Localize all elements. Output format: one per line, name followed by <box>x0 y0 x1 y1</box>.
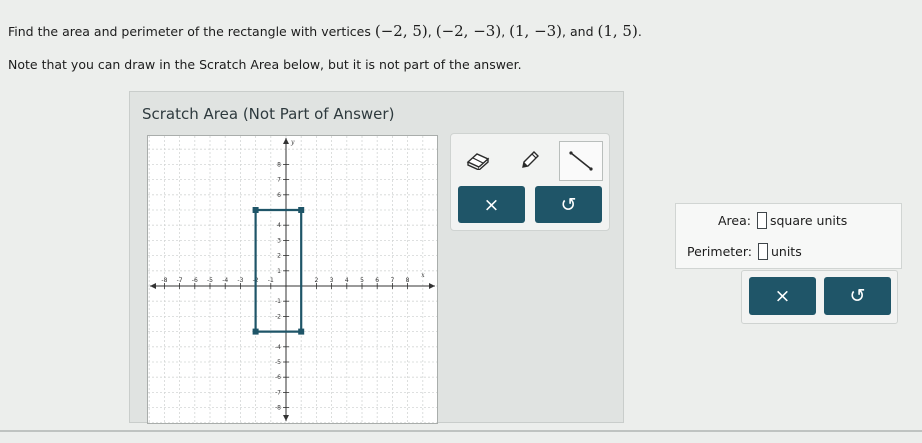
perimeter-label: Perimeter: <box>687 244 752 259</box>
y-tick-label: 4 <box>277 222 281 229</box>
period: . <box>637 24 642 39</box>
vertex-4: (1, 5) <box>597 22 638 40</box>
x-tick-label: -3 <box>237 277 243 284</box>
rectangle-vertex <box>298 328 305 335</box>
y-tick-label: -1 <box>275 298 281 305</box>
area-label: Area: <box>718 213 751 228</box>
question-prefix: Find the area and perimeter of the recta… <box>8 24 375 39</box>
area-input[interactable] <box>756 212 767 229</box>
coordinate-grid[interactable]: -8 -7 -6 -5 -4 -3 -2 -1 2 3 4 5 6 7 8 8 7 6 4 3 2 1 -1 -2 -4 -5 -6… <box>147 135 438 424</box>
graph-svg[interactable]: -8 -7 -6 -5 -4 -3 -2 -1 2 3 4 5 6 7 88764321-1-2-4-5-6… <box>148 136 437 424</box>
x-axis-arrow <box>150 283 156 289</box>
x-tick-label: 6 <box>375 277 379 284</box>
perimeter-input[interactable] <box>757 243 768 260</box>
rectangle-vertex <box>252 207 259 213</box>
answer-undo-button[interactable]: ↺ <box>824 277 891 315</box>
y-tick-label: 2 <box>277 253 281 260</box>
y-tick-label: -2 <box>275 313 281 320</box>
vertex-1: (−2, 5) <box>374 22 428 40</box>
eraser-tool[interactable] <box>457 141 499 179</box>
x-tick-label: -8 <box>161 277 167 284</box>
y-tick-label: -4 <box>275 344 281 351</box>
x-axis-arrow <box>429 283 435 289</box>
answer-clear-button[interactable]: × <box>749 277 816 315</box>
question-line-1: Find the area and perimeter of the recta… <box>8 22 642 40</box>
y-axis-arrow <box>283 138 289 144</box>
x-tick-label: -1 <box>268 277 274 284</box>
area-row: Area: square units <box>718 212 847 229</box>
separator: , <box>427 24 436 39</box>
x-tick-label: -5 <box>207 277 213 284</box>
pencil-tool[interactable] <box>509 141 551 179</box>
y-tick-label: 8 <box>277 161 281 168</box>
line-tool-icon <box>569 151 593 171</box>
x-tick-label: -4 <box>222 277 228 284</box>
x-axis-label: x <box>421 272 425 279</box>
rectangle-vertex <box>298 207 305 213</box>
x-tick-label: 3 <box>330 277 334 284</box>
vertex-2: (−2, −3) <box>435 22 502 40</box>
line-tool[interactable] <box>559 141 603 181</box>
vertex-3: (1, −3) <box>509 22 563 40</box>
perimeter-units: units <box>770 244 802 259</box>
x-tick-label: 5 <box>360 277 364 284</box>
scratch-area-title: Scratch Area (Not Part of Answer) <box>142 105 395 123</box>
area-units: square units <box>769 213 848 228</box>
x-tick-label: -7 <box>177 277 183 284</box>
scratch-clear-button[interactable]: × <box>458 186 525 223</box>
answer-panel: Area: square units Perimeter: units <box>675 203 902 269</box>
y-tick-label: -8 <box>275 405 281 412</box>
and-word: , and <box>562 24 598 39</box>
y-tick-label: 7 <box>277 177 281 184</box>
rectangle-vertex <box>252 328 259 335</box>
scratch-undo-button[interactable]: ↺ <box>535 186 602 223</box>
x-tick-label: 4 <box>345 277 349 284</box>
x-tick-label: 7 <box>390 277 394 284</box>
y-tick-label: -5 <box>275 359 281 366</box>
perimeter-row: Perimeter: units <box>687 243 802 260</box>
drawing-toolbox: × ↺ <box>450 133 610 231</box>
y-axis-label: y <box>290 139 295 146</box>
x-tick-label: 2 <box>314 277 318 284</box>
bottom-divider <box>0 430 922 432</box>
answer-actions: × ↺ <box>741 270 898 324</box>
y-tick-label: 3 <box>277 237 281 244</box>
y-tick-label: -7 <box>275 389 281 396</box>
x-tick-label: 8 <box>406 277 410 284</box>
question-line-2: Note that you can draw in the Scratch Ar… <box>8 57 522 72</box>
y-axis-arrow <box>283 415 289 421</box>
eraser-icon <box>466 153 490 170</box>
y-tick-label: -6 <box>275 374 281 381</box>
y-tick-label: 6 <box>277 192 281 199</box>
pencil-icon <box>522 151 539 168</box>
x-tick-label: -6 <box>192 277 198 284</box>
separator: , <box>501 24 510 39</box>
y-tick-label: 1 <box>277 268 281 275</box>
